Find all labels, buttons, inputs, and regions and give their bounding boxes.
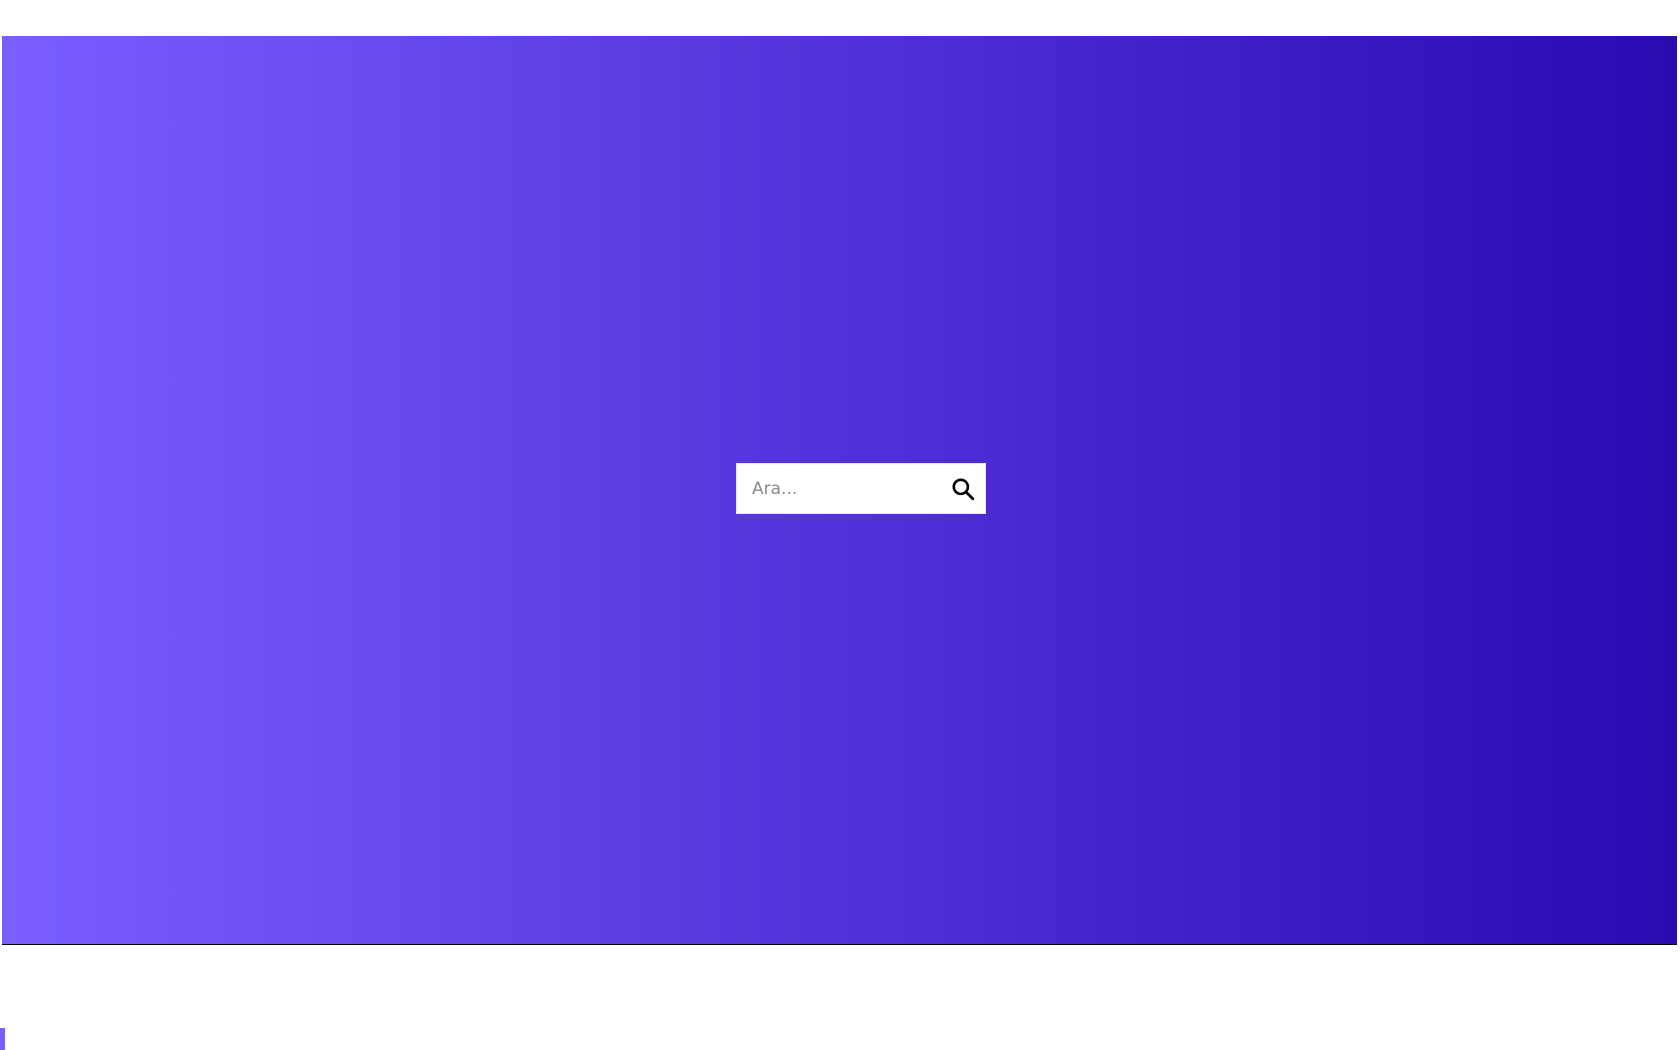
page xyxy=(0,0,1680,1050)
search-box xyxy=(736,463,986,514)
search-icon xyxy=(952,477,975,500)
scroll-marker xyxy=(0,1028,5,1050)
search-button[interactable] xyxy=(941,464,985,513)
search-input[interactable] xyxy=(737,464,941,513)
